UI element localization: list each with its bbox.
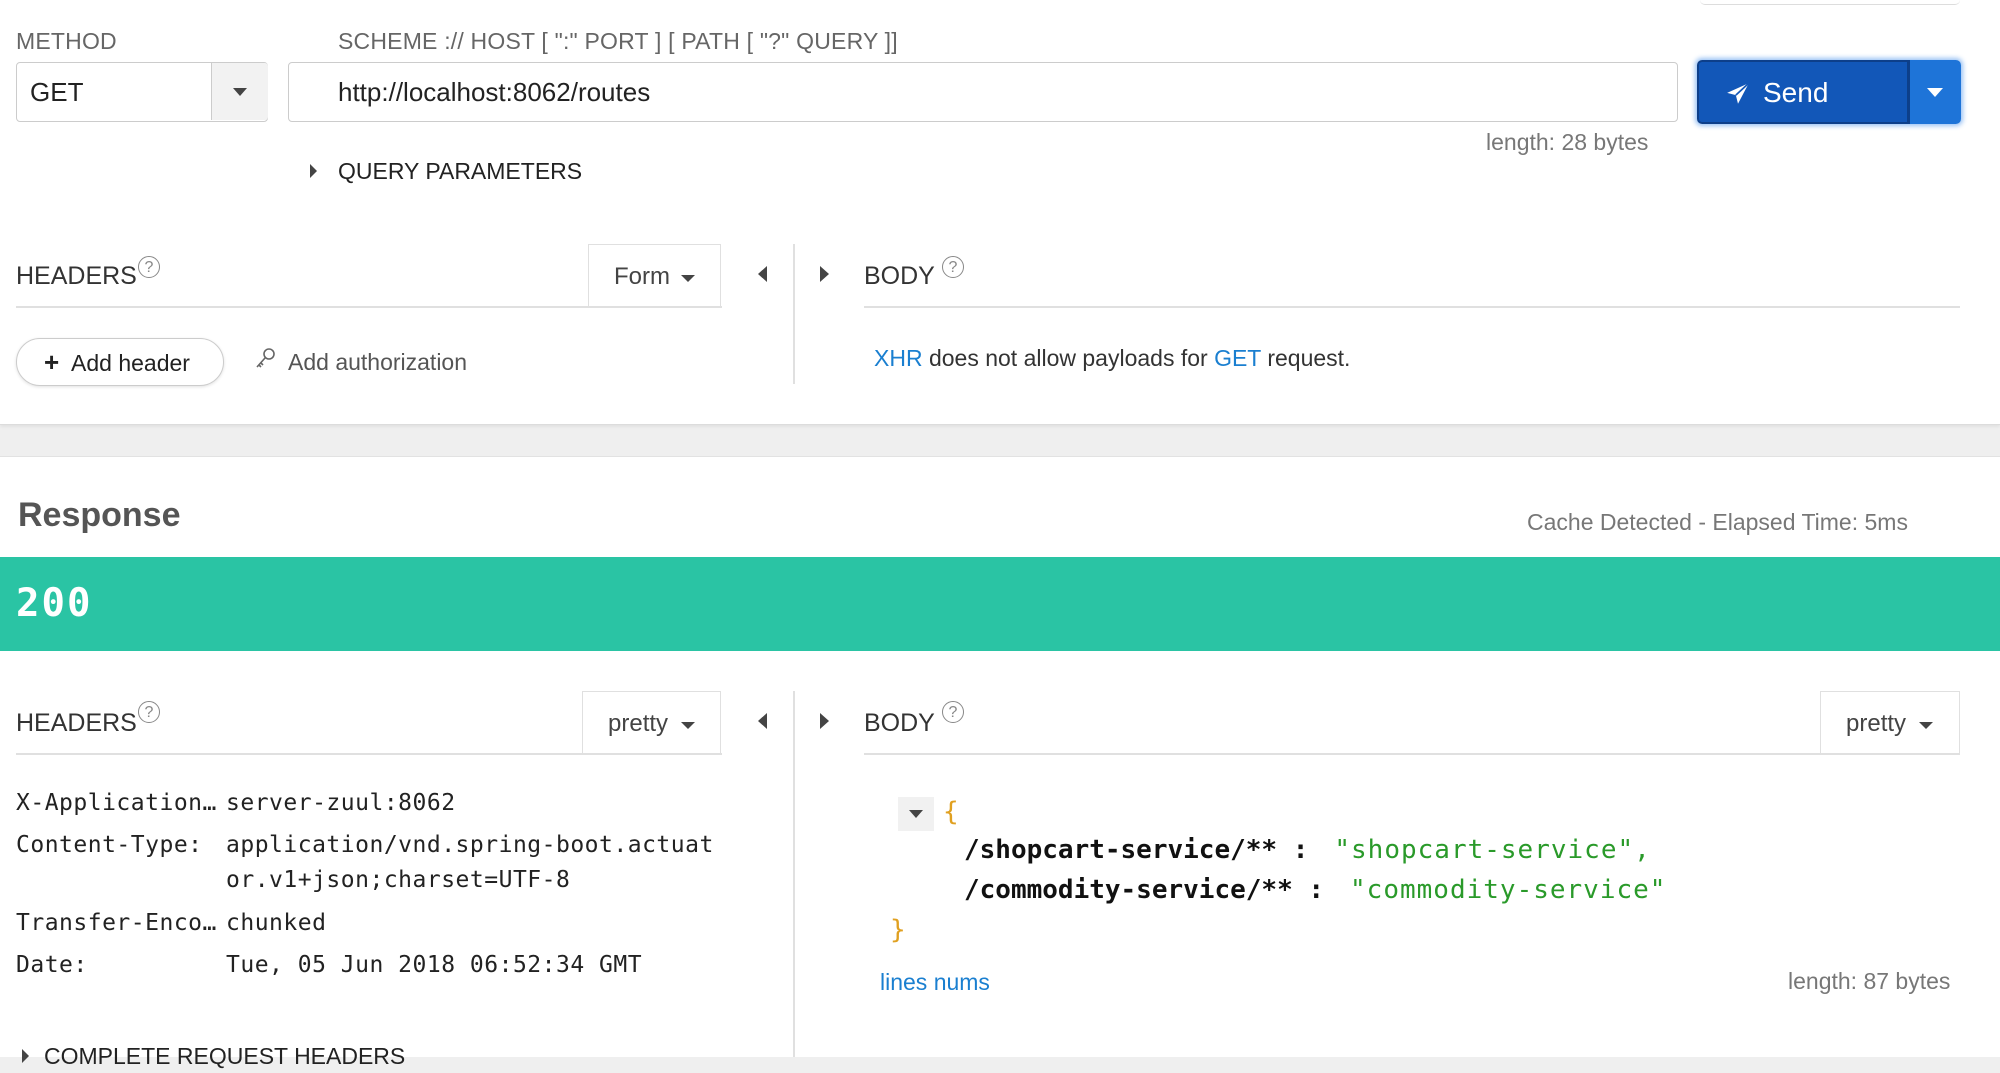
collapse-left-icon[interactable] [758,713,767,729]
help-icon[interactable]: ? [942,701,964,723]
top-tab-edge [1700,0,1960,5]
response-body-title: BODY [864,709,935,737]
cache-info: Cache Detected - Elapsed Time: 5ms [1527,509,1908,535]
response-title: Response [18,496,181,534]
header-row: Content-Type: application/vnd.spring-boo… [16,832,736,902]
response-headers-title: HEADERS [16,709,137,737]
status-code: 200 [16,581,93,626]
method-select[interactable]: GET [16,62,268,122]
response-panel: Response Cache Detected - Elapsed Time: … [0,456,2000,1069]
body-note-end: request. [1260,345,1351,371]
chevron-down-icon [681,275,695,282]
send-label: Send [1763,77,1829,108]
header-row: X-Application… server-zuul:8062 [16,790,736,820]
request-body-note: XHR does not allow payloads for GET requ… [874,345,1350,372]
header-key: Date: [16,952,88,978]
response-headers-mode-value: pretty [608,710,669,737]
help-icon[interactable]: ? [138,256,160,278]
collapse-left-icon[interactable] [758,266,767,282]
url-input[interactable]: http://localhost:8062/routes [288,62,1678,122]
header-value: application/vnd.spring-boot.actuat [226,832,714,858]
json-key: /commodity-service/** : [964,875,1325,905]
header-value: server-zuul:8062 [226,790,456,816]
json-entry: /shopcart-service/** : "shopcart-service"… [964,835,1964,869]
json-collapse-toggle[interactable] [898,797,934,831]
response-body-length: length: 87 bytes [1788,968,1951,994]
help-icon[interactable]: ? [942,256,964,278]
json-key: /shopcart-service/** : [964,835,1309,865]
json-value: "commodity-service" [1350,875,1667,905]
header-row: Transfer-Enco… chunked [16,910,736,940]
add-header-label: Add header [71,350,190,376]
lines-nums-link[interactable]: lines nums [880,969,990,996]
header-value: Tue, 05 Jun 2018 06:52:34 GMT [226,952,643,978]
url-label: SCHEME :// HOST [ ":" PORT ] [ PATH [ "?… [338,28,898,54]
request-body-title: BODY [864,262,935,290]
xhr-link[interactable]: XHR [874,345,923,371]
header-key: Content-Type: [16,832,203,858]
header-key: X-Application… [16,790,217,816]
request-body-divider [864,306,1960,308]
response-body-divider [864,753,1960,755]
split-divider [793,691,795,1057]
chevron-down-icon [1919,722,1933,729]
chevron-down-icon [909,810,923,818]
get-method-link[interactable]: GET [1214,345,1261,371]
send-options-toggle[interactable] [1909,60,1961,124]
header-value-wrap: or.v1+json;charset=UTF-8 [226,867,571,893]
send-button-group: Send [1697,60,1961,124]
response-headers-divider [16,753,722,755]
add-header-button[interactable]: + Add header [16,338,224,386]
add-authorization-link[interactable]: Add authorization [288,349,467,376]
url-length: length: 28 bytes [1486,129,1649,155]
header-value: chunked [226,910,327,936]
json-value: "shopcart-service", [1334,835,1651,865]
body-note-text: does not allow payloads for [922,345,1215,371]
split-divider [793,244,795,384]
complete-request-headers-toggle[interactable]: COMPLETE REQUEST HEADERS [16,1043,516,1073]
header-row: Date: Tue, 05 Jun 2018 06:52:34 GMT [16,952,736,982]
key-icon [256,348,275,368]
help-icon[interactable]: ? [138,701,160,723]
plus-icon: + [44,347,60,377]
send-icon [1727,82,1750,104]
collapse-right-icon[interactable] [820,713,829,729]
url-value: http://localhost:8062/routes [338,77,651,107]
response-body-mode-select[interactable]: pretty [1820,691,1960,755]
chevron-down-icon [681,722,695,729]
method-label: METHOD [16,28,117,54]
complete-request-headers-label: COMPLETE REQUEST HEADERS [44,1043,406,1069]
expand-icon [310,164,317,178]
json-entry: /commodity-service/** : "commodity-servic… [964,875,1964,909]
query-parameters-toggle[interactable]: QUERY PARAMETERS [310,158,610,188]
header-key: Transfer-Enco… [16,910,217,936]
method-value: GET [30,77,84,107]
query-parameters-label: QUERY PARAMETERS [338,158,583,184]
response-body-mode-value: pretty [1846,710,1907,737]
method-dropdown-toggle[interactable] [211,63,268,120]
chevron-down-icon [1927,88,1943,97]
request-headers-title: HEADERS [16,262,137,290]
response-headers-mode-select[interactable]: pretty [582,691,721,755]
json-close-brace: } [890,915,906,945]
send-button[interactable]: Send [1697,60,1909,124]
request-headers-divider [16,306,722,308]
json-open-brace: { [943,797,959,827]
request-panel: METHOD GET SCHEME :// HOST [ ":" PORT ] … [0,0,2000,425]
status-bar: 200 [0,557,2000,651]
headers-mode-value: Form [614,263,670,290]
collapse-right-icon[interactable] [820,266,829,282]
headers-mode-select[interactable]: Form [588,244,721,308]
chevron-down-icon [233,88,247,96]
expand-icon [22,1049,29,1063]
